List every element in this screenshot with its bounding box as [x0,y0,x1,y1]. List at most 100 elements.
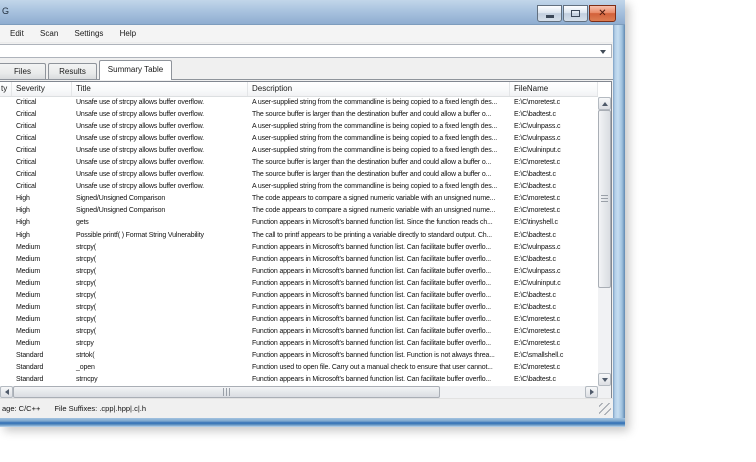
table-row[interactable]: Medium strcpy(Function appears in Microso… [0,278,598,290]
app-window: G ✕ Edit Scan Settings Help Files Result… [0,0,625,427]
cell-title: Unsafe use of strcpy allows buffer overf… [76,159,204,167]
close-button[interactable]: ✕ [589,5,616,22]
cell-severity: High [16,231,30,239]
cell-severity: Standard [16,364,44,372]
scroll-down-button[interactable] [598,373,611,386]
cell-description: The source buffer is larger than the des… [252,159,492,167]
table-row[interactable]: Critical Unsafe use of strcpy allows buff… [0,169,598,181]
table-row[interactable]: Critical Unsafe use of strcpy allows buff… [0,97,598,109]
table-row[interactable]: Medium strcpy(Function appears in Microso… [0,290,598,302]
cell-title: strcpy( [76,255,96,263]
title-bar[interactable]: G ✕ [0,0,625,25]
table-row[interactable]: Medium strcpy(Function appears in Microso… [0,254,598,266]
cell-description: A user-supplied string from the commandl… [252,135,497,143]
minimize-button[interactable] [537,5,562,22]
table-row[interactable]: Critical Unsafe use of strcpy allows buff… [0,157,598,169]
cell-priority [0,217,12,229]
cell-filename: E:\C\vulninput.c [514,279,561,287]
close-icon: ✕ [598,8,607,19]
tab-label: Results [59,67,86,76]
minimize-icon [545,15,554,18]
cell-filename: E:\C\badtest.c [514,183,556,191]
cell-priority [0,169,12,181]
cell-priority [0,109,12,121]
cell-title: strcpy( [76,291,96,299]
cell-priority [0,314,12,326]
vertical-scroll-thumb[interactable] [598,110,611,288]
cell-description: Function appears in Microsoft's banned f… [252,327,491,335]
cell-severity: Medium [16,327,40,335]
table-row[interactable]: Medium strcpy(Function appears in Microso… [0,302,598,314]
maximize-button[interactable] [563,5,588,22]
table-row[interactable]: High Signed/Unsigned Comparison The code a… [0,193,598,205]
column-header-filename[interactable]: FileName [510,82,598,96]
table-row[interactable]: High Signed/Unsigned Comparison The code a… [0,205,598,217]
cell-title: strncpy [76,376,98,384]
table-row[interactable]: Critical Unsafe use of strcpy allows buff… [0,109,598,121]
cell-severity: High [16,195,30,203]
tab-results[interactable]: Results [48,63,97,79]
cell-priority [0,181,12,193]
column-header-description[interactable]: Description [248,82,510,96]
table-row[interactable]: Medium strcpy Function appears in Microsof… [0,338,598,350]
horizontal-scrollbar[interactable] [0,386,598,398]
table-row[interactable]: Standard strtok(Function appears in Micro… [0,350,598,362]
column-header-title[interactable]: Title [72,82,248,96]
cell-filename: E:\C\moretest.c [514,207,560,215]
table-row[interactable]: Medium strcpy(Function appears in Microso… [0,314,598,326]
menu-help[interactable]: Help [113,25,143,38]
horizontal-scroll-thumb[interactable] [13,386,440,398]
tab-label: Files [14,67,31,76]
cell-filename: E:\C\badtest.c [514,255,556,263]
scroll-left-button[interactable] [0,386,13,398]
cell-severity: Critical [16,183,37,191]
table-row[interactable]: Medium strcpy(Function appears in Microso… [0,326,598,338]
resize-grip-icon[interactable] [599,403,611,415]
target-combobox[interactable] [0,44,612,58]
table-row[interactable]: Critical Unsafe use of strcpy allows buff… [0,133,598,145]
column-header-priority[interactable]: ty [0,82,12,96]
column-header-severity[interactable]: Severity [12,82,72,96]
scroll-right-button[interactable] [585,386,598,398]
table-row[interactable]: Standard _open Function used to open file.… [0,362,598,374]
cell-filename: E:\C\badtest.c [514,231,556,239]
cell-priority [0,374,12,386]
cell-filename: E:\C\moretest.c [514,159,560,167]
table-row[interactable]: Medium strcpy(Function appears in Microso… [0,266,598,278]
cell-title: Unsafe use of strcpy allows buffer overf… [76,123,204,131]
menu-settings[interactable]: Settings [68,25,111,38]
table-row[interactable]: Standard strncpy Function appears in Micro… [0,374,598,386]
menu-bar: Edit Scan Settings Help [0,25,613,43]
cell-filename: E:\C\moretest.c [514,364,560,372]
cell-filename: E:\C\vulninput.c [514,147,561,155]
table-row[interactable]: High Possible printf( ) Format String Vul… [0,230,598,242]
cell-title: strcpy [76,339,94,347]
cell-priority [0,97,12,109]
cell-severity: High [16,219,30,227]
tab-files[interactable]: Files [0,63,46,79]
cell-title: Unsafe use of strcpy allows buffer overf… [76,135,204,143]
cell-priority [0,266,12,278]
vertical-scrollbar[interactable] [598,97,611,386]
menu-edit[interactable]: Edit [3,25,31,38]
scroll-up-button[interactable] [598,97,611,110]
arrow-down-icon [601,377,608,382]
cell-severity: Medium [16,339,40,347]
cell-priority [0,362,12,374]
tab-summary-table[interactable]: Summary Table [99,60,172,80]
cell-description: Function appears in Microsoft's banned f… [252,339,491,347]
table-row[interactable]: Critical Unsafe use of strcpy allows buff… [0,121,598,133]
cell-title: strtok( [76,351,95,359]
cell-filename: E:\C\vulnpass.c [514,267,561,275]
table-row[interactable]: High gets Function appears in Microsoft's … [0,217,598,229]
table-row[interactable]: Critical Unsafe use of strcpy allows buff… [0,145,598,157]
table-row[interactable]: Medium strcpy(Function appears in Microso… [0,242,598,254]
cell-severity: Medium [16,291,40,299]
cell-severity: Medium [16,255,40,263]
table-row[interactable]: Critical Unsafe use of strcpy allows buff… [0,181,598,193]
summary-table: ty Severity Title Description FileName C… [0,81,612,399]
cell-description: The source buffer is larger than the des… [252,111,492,119]
cell-title: _open [76,364,95,372]
cell-filename: E:\C\vulnpass.c [514,243,561,251]
menu-scan[interactable]: Scan [33,25,65,38]
